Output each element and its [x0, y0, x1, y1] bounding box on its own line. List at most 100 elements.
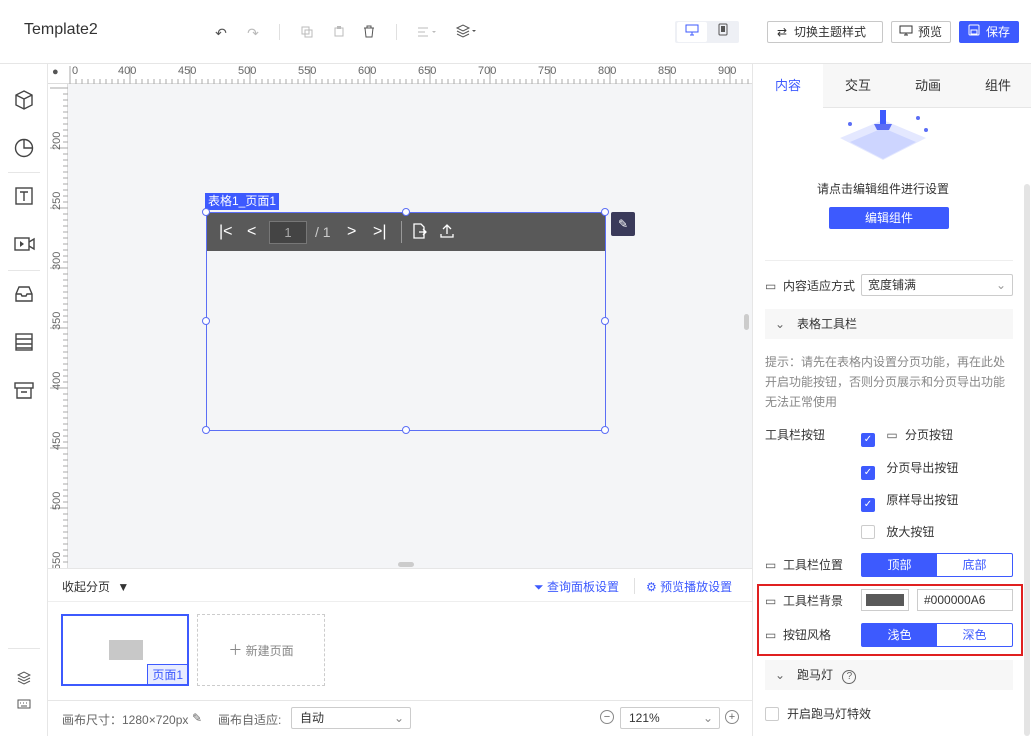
fit-mode-label: ▭ 内容适应方式: [765, 279, 856, 293]
keyboard-icon: [17, 699, 31, 709]
selected-component-tag[interactable]: 表格1_页面1: [205, 193, 280, 210]
resize-handle[interactable]: [601, 426, 609, 434]
sidebar-item-archive[interactable]: [0, 366, 48, 414]
eye-icon[interactable]: ●: [52, 66, 66, 80]
page-thumbnail[interactable]: 页面1: [61, 614, 189, 686]
tab-component[interactable]: 组件: [963, 64, 1031, 108]
inbox-icon: [15, 286, 33, 302]
ruler-label: 400: [51, 371, 63, 390]
sidebar-item-3d-components[interactable]: [0, 76, 48, 124]
horizontal-scrollbar[interactable]: [398, 562, 414, 567]
save-button[interactable]: 保存: [959, 21, 1019, 43]
preview-play-settings-link[interactable]: ⚙ 预览播放设置: [646, 578, 732, 595]
checkbox-zoom-button[interactable]: 放大按钮: [861, 523, 934, 540]
resize-handle[interactable]: [202, 426, 210, 434]
gear-icon: ⚙: [646, 580, 657, 594]
ruler-label: 800: [598, 65, 617, 77]
sidebar-item-text[interactable]: [0, 172, 48, 220]
layers-icon[interactable]: [454, 24, 480, 42]
zoom-select[interactable]: 121% ⌄: [620, 707, 720, 729]
fit-mode-select[interactable]: 宽度铺满 ⌄: [861, 274, 1013, 296]
checkbox-original-export-button[interactable]: ✓ 原样导出按钮: [861, 491, 958, 512]
toolbar-bg-color-input[interactable]: #000000A6: [917, 589, 1013, 611]
sidebar-item-media[interactable]: [0, 220, 48, 268]
preview-button[interactable]: 预览: [891, 21, 951, 43]
ruler-ticks: [69, 66, 749, 84]
resize-handle[interactable]: [402, 426, 410, 434]
help-icon[interactable]: ?: [842, 670, 857, 684]
resize-handle[interactable]: [202, 317, 210, 325]
paste-icon[interactable]: [330, 24, 348, 42]
table-component[interactable]: |< < 1 / 1 > >|: [206, 212, 606, 431]
tab-content[interactable]: 内容: [753, 64, 823, 108]
mobile-view-button[interactable]: [708, 22, 738, 42]
tab-animation[interactable]: 动画: [893, 64, 963, 108]
first-page-icon[interactable]: |<: [219, 223, 233, 241]
resize-handle[interactable]: [601, 208, 609, 216]
resize-handle[interactable]: [601, 317, 609, 325]
edit-hint: 请点击编辑组件进行设置: [816, 182, 949, 196]
edit-size-icon[interactable]: ✎: [192, 711, 202, 725]
toolbar-bg-color-swatch[interactable]: [861, 589, 909, 611]
delete-icon[interactable]: [360, 24, 378, 42]
panel-scrollbar[interactable]: [1024, 184, 1030, 736]
style-dark-option[interactable]: 深色: [937, 624, 1012, 646]
ruler-vertical: 200 250 300 350 400 450 500 550: [48, 84, 68, 568]
check-icon: ✓: [861, 466, 875, 480]
properties-panel: 内容 交互 动画 组件 请点击编辑组件进行设置 编辑组件 ▭ 内容适应方式 宽度铺…: [752, 64, 1031, 736]
ruler-label: 650: [418, 65, 437, 77]
last-page-icon[interactable]: >|: [373, 223, 387, 241]
position-top-option[interactable]: 顶部: [862, 554, 937, 576]
ruler-label: 500: [238, 65, 257, 77]
edit-pen-icon[interactable]: ✎: [611, 212, 635, 236]
zoom-out-icon[interactable]: −: [600, 710, 614, 724]
auto-fit-select[interactable]: 自动 ⌄: [291, 707, 411, 729]
zoom-in-icon[interactable]: +: [725, 710, 739, 724]
align-icon[interactable]: [416, 24, 440, 42]
desktop-view-button[interactable]: [677, 22, 707, 42]
toolbar-buttons-label: 工具栏按钮: [765, 428, 826, 442]
ruler-label: 600: [358, 65, 377, 77]
chevron-down-icon: ⌄: [393, 711, 404, 725]
new-page-button[interactable]: ＋ 新建页面: [197, 614, 325, 686]
table-toolbar-section[interactable]: ⌄ 表格工具栏: [765, 309, 1013, 339]
prev-page-icon[interactable]: <: [247, 223, 256, 241]
resize-handle[interactable]: [202, 208, 210, 216]
check-icon: ✓: [861, 433, 875, 447]
sidebar-item-tables[interactable]: [0, 318, 48, 366]
style-light-option[interactable]: 浅色: [862, 624, 937, 646]
checkbox-page-export-button[interactable]: ✓ 分页导出按钮: [861, 459, 958, 480]
copy-icon[interactable]: [298, 24, 316, 42]
edit-component-button[interactable]: 编辑组件: [829, 207, 949, 229]
next-page-icon[interactable]: >: [347, 223, 356, 241]
page-label: 页面1: [147, 664, 187, 684]
resize-handle[interactable]: [402, 208, 410, 216]
redo-icon[interactable]: ↷: [244, 24, 262, 42]
page-number-input[interactable]: 1: [269, 221, 307, 244]
toolbar-tip: 提示：请先在表格内设置分页功能，再在此处开启功能按钮，否则分页展示和分页导出功能…: [765, 355, 1006, 409]
collapse-pages-button[interactable]: 收起分页 ▼: [62, 578, 129, 595]
marquee-toggle[interactable]: 开启跑马灯特效: [765, 705, 871, 722]
export-page-icon[interactable]: [411, 223, 427, 244]
ruler-label: 900: [718, 65, 737, 77]
position-bottom-option[interactable]: 底部: [937, 554, 1012, 576]
checkbox-page-button[interactable]: ✓ ▭ 分页按钮: [861, 426, 953, 447]
monitor-icon: ▭: [765, 628, 777, 642]
marquee-section[interactable]: ⌄ 跑马灯 ?: [765, 660, 1013, 690]
query-panel-settings-link[interactable]: ⏷ 查询面板设置: [534, 578, 619, 595]
sidebar-item-charts[interactable]: [0, 124, 48, 172]
pages-panel: 收起分页 ▼ ⏷ 查询面板设置 ⚙ 预览播放设置 页面1 ＋ 新建页面: [48, 568, 752, 692]
keyboard-shortcuts-button[interactable]: [0, 692, 48, 716]
layers-panel-button[interactable]: [0, 666, 48, 690]
tab-interaction[interactable]: 交互: [823, 64, 893, 108]
vertical-scrollbar[interactable]: [744, 314, 749, 330]
upload-icon[interactable]: [439, 223, 455, 244]
pie-chart-icon: [14, 138, 34, 158]
ruler-label: 850: [658, 65, 677, 77]
sidebar-item-containers[interactable]: [0, 270, 48, 318]
ruler-label: 400: [118, 65, 137, 77]
switch-theme-button[interactable]: ⇄ 切换主题样式: [767, 21, 883, 43]
design-canvas[interactable]: ● 0 400 450 500 550 600 650 700 750 800 850 900 200…: [48, 64, 752, 568]
undo-icon[interactable]: ↶: [212, 24, 230, 42]
filter-icon: ⏷: [534, 580, 544, 594]
